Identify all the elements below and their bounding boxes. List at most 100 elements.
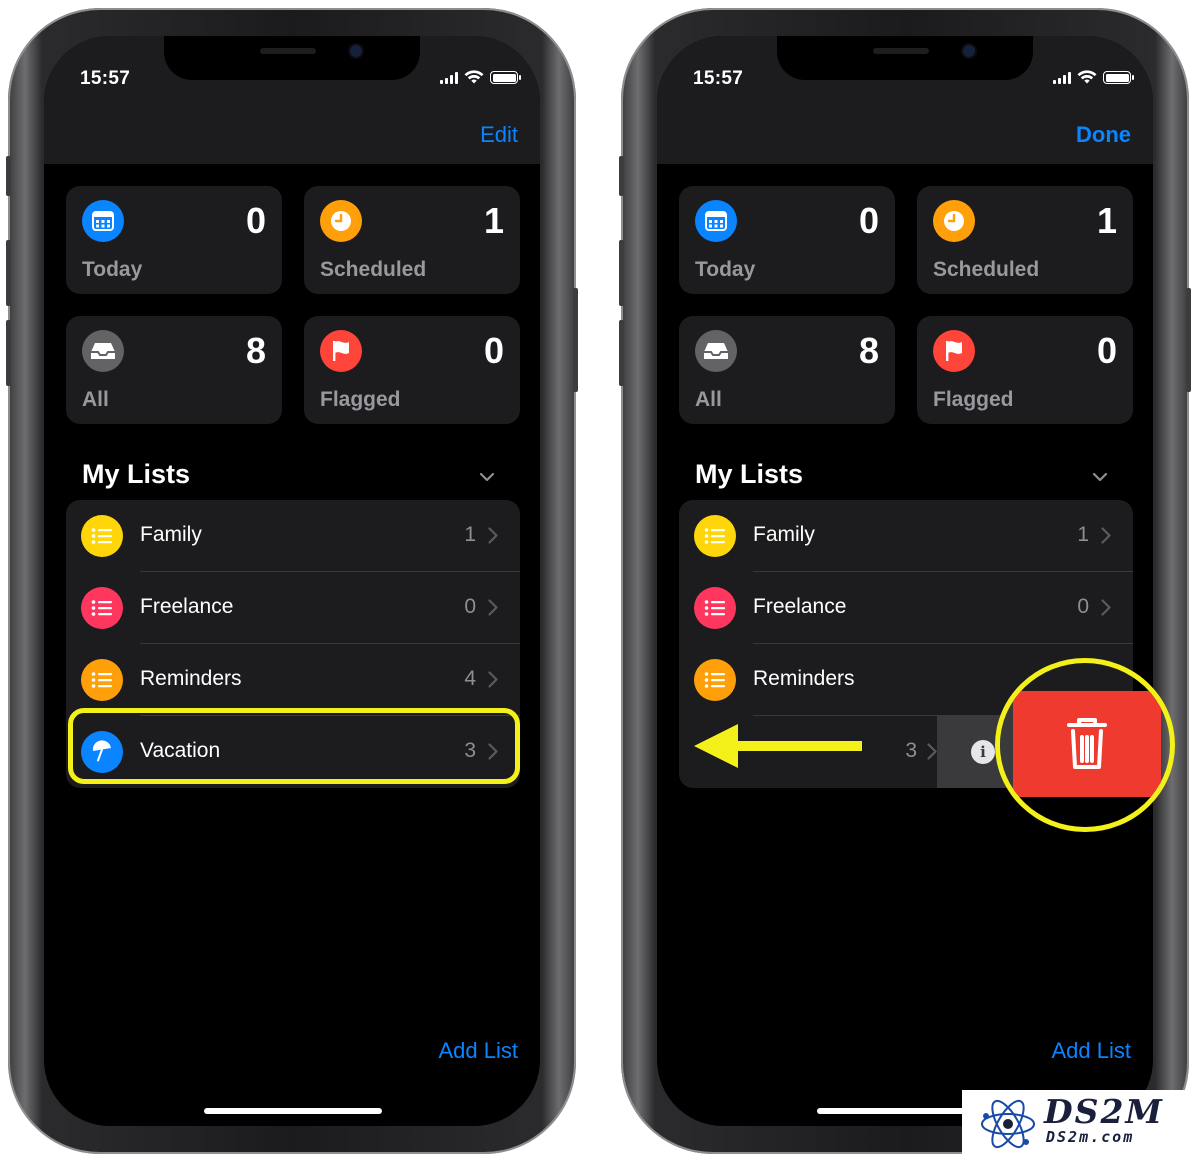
flagged-label: Flagged: [933, 388, 1014, 411]
scheduled-label: Scheduled: [933, 258, 1040, 281]
iphone-frame-right: 15:57 Done 0 Today 1 Scheduled 8 All 0 F…: [619, 8, 1191, 1154]
power-button: [573, 288, 578, 392]
today-label: Today: [82, 258, 143, 281]
chevron-right-icon: [488, 599, 498, 616]
trash-icon: [1067, 718, 1107, 769]
iphone-frame-left: 15:57 Edit 0 Today 1 Scheduled 8 All 0 F…: [6, 8, 578, 1154]
cellular-signal-icon: [440, 72, 458, 84]
smart-list-all[interactable]: 8 All: [66, 316, 282, 424]
vacation-highlight-box: [68, 708, 520, 784]
all-label: All: [82, 388, 109, 411]
add-list-button[interactable]: Add List: [439, 1038, 519, 1064]
delete-button[interactable]: [1013, 691, 1161, 797]
list-icon: [694, 515, 736, 557]
battery-icon: [1103, 71, 1134, 84]
list-row-freelance[interactable]: Freelance 0: [66, 572, 520, 644]
list-name: Family: [753, 523, 815, 546]
cellular-signal-icon: [1053, 72, 1071, 84]
list-count: 1: [464, 523, 476, 546]
flag-icon: [320, 330, 362, 372]
volume-down-button: [6, 320, 11, 386]
atom-logo-icon: [981, 1099, 1035, 1149]
volume-up-button: [6, 240, 11, 306]
flag-icon: [933, 330, 975, 372]
chevron-right-icon: [1101, 599, 1111, 616]
list-name: Freelance: [140, 595, 234, 618]
reminders-screen-left: 15:57 Edit 0 Today 1 Scheduled 8 All 0 F…: [44, 36, 540, 1126]
list-count: 4: [464, 667, 476, 690]
chevron-down-icon[interactable]: [1091, 468, 1109, 486]
scheduled-label: Scheduled: [320, 258, 427, 281]
watermark: DS2M DS2m.com: [962, 1090, 1188, 1154]
silent-switch: [619, 156, 624, 196]
chevron-down-icon[interactable]: [478, 468, 496, 486]
notch: [777, 36, 1033, 80]
smart-list-today[interactable]: 0 Today: [679, 186, 895, 294]
list-icon: [81, 659, 123, 701]
status-time: 15:57: [693, 68, 744, 89]
flagged-count: 0: [483, 330, 504, 371]
clock-icon: [320, 200, 362, 242]
home-indicator[interactable]: [204, 1108, 382, 1114]
smart-list-flagged[interactable]: 0 Flagged: [304, 316, 520, 424]
battery-icon: [490, 71, 521, 84]
power-button: [1186, 288, 1191, 392]
status-icons: [440, 70, 521, 84]
calendar-icon: [82, 200, 124, 242]
reminders-screen-right: 15:57 Done 0 Today 1 Scheduled 8 All 0 F…: [657, 36, 1153, 1126]
list-name: Reminders: [140, 667, 242, 690]
silent-switch: [6, 156, 11, 196]
my-lists-heading: My Lists: [695, 459, 804, 489]
list-icon: [694, 587, 736, 629]
chevron-right-icon: [1101, 527, 1111, 544]
smart-list-flagged[interactable]: 0 Flagged: [917, 316, 1133, 424]
smart-list-scheduled[interactable]: 1 Scheduled: [304, 186, 520, 294]
chevron-right-icon: [927, 743, 937, 760]
smart-list-all[interactable]: 8 All: [679, 316, 895, 424]
chevron-right-icon: [488, 527, 498, 544]
list-row-freelance[interactable]: Freelance 0: [679, 572, 1133, 644]
scheduled-count: 1: [483, 200, 504, 241]
today-count: 0: [858, 200, 879, 241]
flagged-count: 0: [1096, 330, 1117, 371]
list-count: 0: [464, 595, 476, 618]
volume-down-button: [619, 320, 624, 386]
status-icons: [1053, 70, 1134, 84]
info-icon: i: [971, 740, 995, 764]
list-name: Family: [140, 523, 202, 546]
list-row-family[interactable]: Family 1: [679, 500, 1133, 572]
list-row-family[interactable]: Family 1: [66, 500, 520, 572]
watermark-title: DS2M: [1044, 1092, 1164, 1131]
calendar-icon: [695, 200, 737, 242]
wifi-icon: [1077, 70, 1097, 84]
list-row-reminders[interactable]: Reminders 4: [66, 644, 520, 716]
add-list-button[interactable]: Add List: [1052, 1038, 1132, 1064]
done-button[interactable]: Done: [1076, 122, 1131, 148]
all-count: 8: [858, 330, 879, 371]
notch: [164, 36, 420, 80]
flagged-label: Flagged: [320, 388, 401, 411]
list-count: 0: [1077, 595, 1089, 618]
smart-list-scheduled[interactable]: 1 Scheduled: [917, 186, 1133, 294]
chevron-right-icon: [488, 671, 498, 688]
tray-icon: [82, 330, 124, 372]
all-label: All: [695, 388, 722, 411]
today-count: 0: [245, 200, 266, 241]
comparison-stage: 15:57 Edit 0 Today 1 Scheduled 8 All 0 F…: [0, 0, 1200, 1158]
volume-up-button: [619, 240, 624, 306]
clock-icon: [933, 200, 975, 242]
list-icon: [81, 587, 123, 629]
list-count: 1: [1077, 523, 1089, 546]
scheduled-count: 1: [1096, 200, 1117, 241]
all-count: 8: [245, 330, 266, 371]
my-lists-heading: My Lists: [82, 459, 191, 489]
tray-icon: [695, 330, 737, 372]
delete-callout-circle: [995, 658, 1175, 832]
smart-list-today[interactable]: 0 Today: [66, 186, 282, 294]
list-icon: [694, 659, 736, 701]
edit-button[interactable]: Edit: [480, 122, 518, 148]
today-label: Today: [695, 258, 756, 281]
status-time: 15:57: [80, 68, 131, 89]
watermark-url: DS2m.com: [1046, 1128, 1135, 1146]
list-name: Reminders: [753, 667, 855, 690]
